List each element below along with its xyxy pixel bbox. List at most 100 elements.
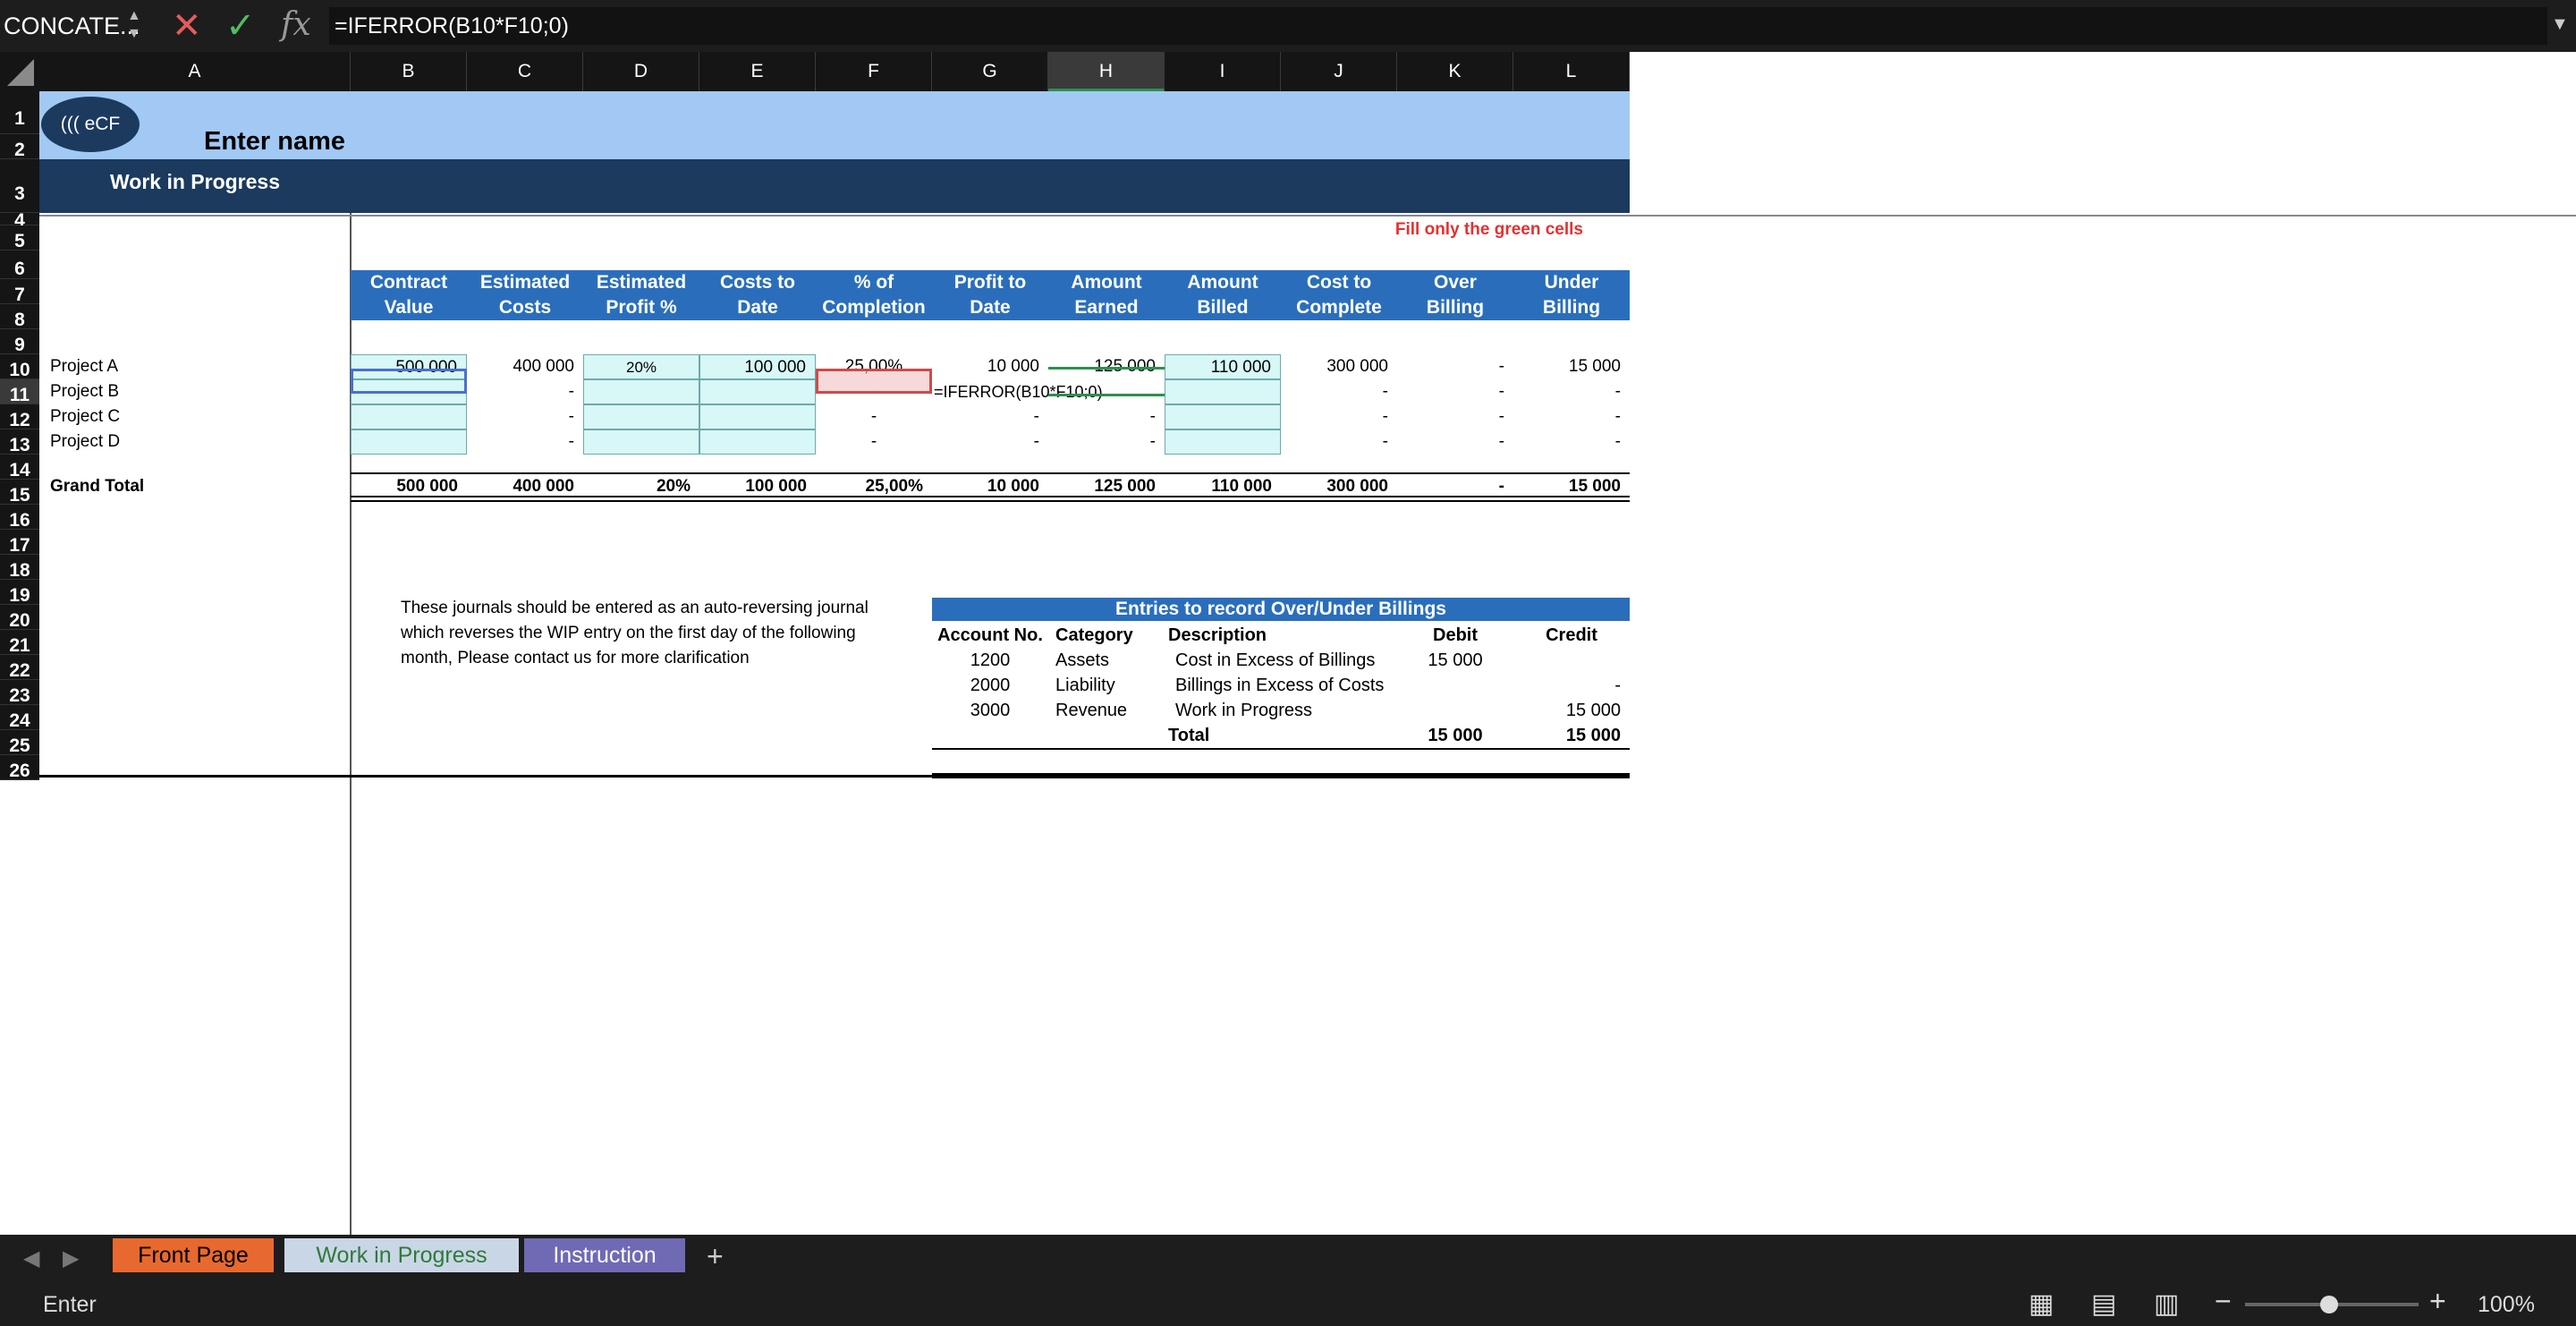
column-header-c[interactable]: C [467, 52, 583, 91]
value-cell[interactable]: - [1397, 429, 1513, 455]
value-cell[interactable]: - [1513, 429, 1630, 455]
column-header-l[interactable]: L [1513, 52, 1630, 91]
project-name[interactable]: Project D [50, 429, 120, 455]
value-cell[interactable]: - [1397, 404, 1513, 429]
input-cell[interactable]: 20% [583, 354, 699, 379]
row-header-17[interactable]: 17 [0, 530, 39, 556]
column-header-f[interactable]: F [816, 52, 932, 91]
zoom-in-icon[interactable]: + [2429, 1285, 2446, 1318]
column-header-b[interactable]: B [351, 52, 467, 91]
value-cell[interactable]: 10 000 [932, 354, 1048, 379]
value-cell[interactable]: - [1397, 354, 1513, 379]
value-cell[interactable]: - [1281, 429, 1397, 455]
value-cell[interactable]: - [1513, 379, 1630, 404]
row-header-1[interactable]: 1 [0, 91, 39, 134]
project-name[interactable]: Project A [50, 354, 118, 379]
column-header-j[interactable]: J [1281, 52, 1397, 91]
tab-front-page[interactable]: Front Page [113, 1238, 274, 1272]
value-cell[interactable]: 300 000 [1281, 354, 1397, 379]
chevron-down-icon[interactable]: ▼ [2551, 14, 2569, 35]
column-header-h[interactable]: H [1048, 52, 1165, 91]
confirm-icon[interactable]: ✓ [225, 5, 256, 47]
spreadsheet-grid[interactable]: A B C D E F G H I J K L 1 2 3 4 5 6 7 8 9 10 11 12 1… [0, 52, 2576, 1235]
row-header-18[interactable]: 18 [0, 555, 39, 581]
value-cell[interactable]: - [1048, 429, 1165, 455]
cancel-icon[interactable]: ✕ [172, 5, 202, 47]
select-all-corner[interactable] [0, 52, 39, 91]
row-header-23[interactable]: 23 [0, 680, 39, 706]
value-cell[interactable]: - [1513, 404, 1630, 429]
input-cell[interactable] [1165, 379, 1281, 404]
value-cell[interactable]: - [816, 429, 932, 455]
page-break-icon[interactable]: ▥ [2154, 1288, 2179, 1320]
row-header-25[interactable]: 25 [0, 730, 39, 756]
value-cell[interactable]: - [1048, 404, 1165, 429]
company-name[interactable]: Enter name [134, 127, 345, 157]
tab-work-in-progress[interactable]: Work in Progress [284, 1238, 519, 1272]
row-header-21[interactable]: 21 [0, 630, 39, 656]
row-header-11[interactable]: 11 [0, 379, 39, 405]
input-cell[interactable] [1165, 404, 1281, 429]
input-cell[interactable] [1165, 429, 1281, 455]
row-header-3[interactable]: 3 [0, 159, 39, 213]
column-header-k[interactable]: K [1397, 52, 1513, 91]
column-header-g[interactable]: G [932, 52, 1048, 91]
value-cell[interactable]: - [467, 379, 583, 404]
row-header-12[interactable]: 12 [0, 404, 39, 430]
row-header-20[interactable]: 20 [0, 605, 39, 631]
column-header-d[interactable]: D [583, 52, 699, 91]
value-cell[interactable]: 400 000 [467, 354, 583, 379]
row-header-4[interactable]: 4 [0, 211, 39, 230]
normal-view-icon[interactable]: ▦ [2029, 1288, 2054, 1320]
value-cell[interactable]: - [1281, 404, 1397, 429]
tab-scroll-right-icon[interactable]: ▶ [63, 1245, 79, 1271]
row-header-16[interactable]: 16 [0, 505, 39, 531]
row-header-9[interactable]: 9 [0, 329, 39, 355]
column-header-e[interactable]: E [699, 52, 816, 91]
value-cell[interactable]: - [932, 429, 1048, 455]
value-cell[interactable]: - [1281, 379, 1397, 404]
name-box-stepper-icon[interactable]: ▲ ▼ [127, 7, 141, 43]
value-cell[interactable]: - [932, 404, 1048, 429]
input-cell[interactable] [351, 429, 467, 455]
function-icon[interactable]: fx [281, 4, 311, 47]
input-cell[interactable] [583, 379, 699, 404]
row-header-10[interactable]: 10 [0, 354, 39, 380]
zoom-out-icon[interactable]: − [2215, 1285, 2232, 1318]
input-cell[interactable] [699, 404, 816, 429]
value-cell[interactable] [1048, 379, 1165, 404]
row-header-26[interactable]: 26 [0, 755, 39, 781]
row-header-6[interactable]: 6 [0, 251, 39, 279]
input-cell[interactable]: 100 000 [699, 354, 816, 379]
value-cell[interactable]: 15 000 [1513, 354, 1630, 379]
value-cell[interactable]: =IFERROR(B10*F10;0) [932, 379, 1103, 404]
input-cell[interactable] [583, 404, 699, 429]
value-cell[interactable]: - [816, 404, 932, 429]
project-name[interactable]: Project B [50, 379, 119, 404]
value-cell[interactable]: - [467, 429, 583, 455]
row-header-19[interactable]: 19 [0, 580, 39, 606]
input-cell[interactable] [583, 429, 699, 455]
row-header-15[interactable]: 15 [0, 480, 39, 506]
input-cell[interactable] [351, 404, 467, 429]
formula-input[interactable]: =IFERROR(B10*F10;0) [329, 7, 2547, 45]
row-header-13[interactable]: 13 [0, 429, 39, 455]
input-cell[interactable] [699, 379, 816, 404]
column-header-a[interactable]: A [39, 52, 351, 91]
row-header-14[interactable]: 14 [0, 455, 39, 480]
input-cell[interactable]: 110 000 [1165, 354, 1281, 379]
page-layout-icon[interactable]: ▤ [2091, 1288, 2116, 1320]
project-name[interactable]: Project C [50, 404, 120, 429]
row-header-5[interactable]: 5 [0, 225, 39, 251]
row-header-24[interactable]: 24 [0, 705, 39, 731]
column-header-i[interactable]: I [1165, 52, 1281, 91]
value-cell[interactable]: - [1397, 379, 1513, 404]
row-header-8[interactable]: 8 [0, 304, 39, 330]
row-header-2[interactable]: 2 [0, 134, 39, 160]
row-header-22[interactable]: 22 [0, 655, 39, 681]
tab-instruction[interactable]: Instruction [524, 1238, 685, 1272]
value-cell[interactable]: - [467, 404, 583, 429]
zoom-slider-handle[interactable] [2320, 1296, 2338, 1313]
input-cell[interactable] [699, 429, 816, 455]
tab-scroll-left-icon[interactable]: ◀ [23, 1245, 39, 1271]
